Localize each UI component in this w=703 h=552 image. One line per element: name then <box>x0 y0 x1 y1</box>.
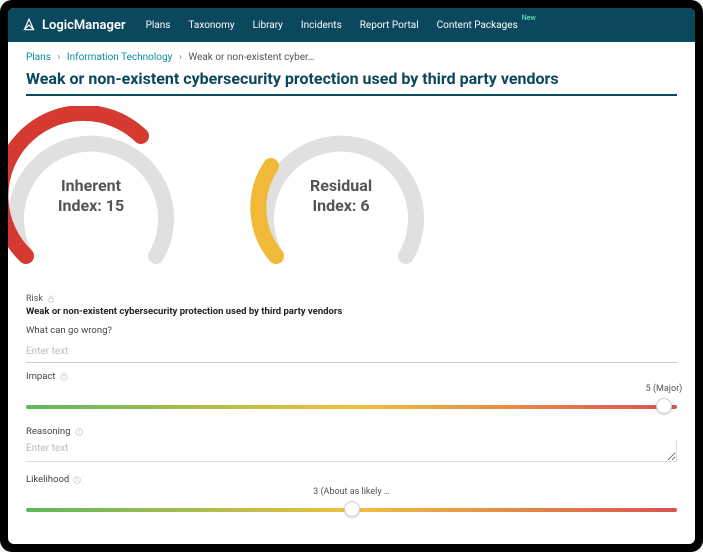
gauge-inherent: Inherent Index: 15 <box>8 106 196 286</box>
gauge-title: Inherent <box>58 176 124 196</box>
impact-value-label: 5 (Major) <box>646 384 683 394</box>
gauge-residual-label: Residual Index: 6 <box>310 176 372 216</box>
content-area: Plans › Information Technology › Weak or… <box>8 42 695 544</box>
likelihood-label: Likelihood <box>26 474 69 485</box>
wrong-label: What can go wrong? <box>26 325 677 336</box>
breadcrumb-plans[interactable]: Plans <box>26 52 51 63</box>
gauge-inherent-label: Inherent Index: 15 <box>58 176 124 216</box>
nav-plans[interactable]: Plans <box>146 20 171 31</box>
risk-label: Risk <box>26 294 43 304</box>
impact-label: Impact <box>26 371 56 382</box>
wrong-input[interactable] <box>26 343 677 363</box>
nav-library[interactable]: Library <box>253 20 283 31</box>
breadcrumb-section[interactable]: Information Technology <box>67 52 172 63</box>
new-badge: New <box>522 14 536 22</box>
nav-items: Plans Taxonomy Library Incidents Report … <box>146 20 518 31</box>
nav-incidents[interactable]: Incidents <box>301 20 342 31</box>
impact-slider[interactable]: 5 (Major) <box>26 396 677 418</box>
nav-label: Library <box>253 20 283 31</box>
nav-label: Plans <box>146 20 171 31</box>
nav-label: Report Portal <box>360 20 419 31</box>
nav-content-packages[interactable]: Content Packages New <box>437 20 518 31</box>
breadcrumb: Plans › Information Technology › Weak or… <box>26 52 677 63</box>
likelihood-slider[interactable]: 3 (About as likely … <box>26 499 677 521</box>
gauge-value: Index: 6 <box>310 196 372 216</box>
reasoning-label: Reasoning <box>26 426 71 437</box>
risk-label-row: Risk <box>26 294 677 304</box>
gauge-residual: Residual Index: 6 <box>236 106 446 286</box>
slider-thumb[interactable] <box>344 501 360 517</box>
gauge-title: Residual <box>310 176 372 196</box>
info-icon <box>73 476 81 484</box>
nav-label: Taxonomy <box>188 20 234 31</box>
breadcrumb-current: Weak or non-existent cyber… <box>188 52 314 63</box>
chevron-right-icon: › <box>57 52 60 63</box>
nav-label: Content Packages <box>437 20 518 31</box>
gauges-row: Inherent Index: 15 Residual Index: 6 <box>8 106 677 286</box>
info-icon <box>60 373 68 381</box>
risk-value: Weak or non-existent cybersecurity prote… <box>26 306 677 317</box>
page-title: Weak or non-existent cybersecurity prote… <box>26 69 677 96</box>
gauge-value: Index: 15 <box>58 196 124 216</box>
reasoning-input[interactable] <box>26 440 677 462</box>
brand-icon <box>22 18 36 32</box>
nav-taxonomy[interactable]: Taxonomy <box>188 20 234 31</box>
likelihood-value-label: 3 (About as likely … <box>313 487 390 497</box>
likelihood-label-row: Likelihood <box>26 474 677 485</box>
slider-thumb[interactable] <box>656 398 672 414</box>
chevron-right-icon: › <box>179 52 182 63</box>
impact-label-row: Impact <box>26 371 677 382</box>
brand-text: LogicManager <box>42 18 126 33</box>
reasoning-label-row: Reasoning <box>26 426 677 437</box>
info-icon <box>75 428 83 436</box>
top-nav: LogicManager Plans Taxonomy Library Inci… <box>8 8 695 42</box>
nav-report-portal[interactable]: Report Portal <box>360 20 419 31</box>
lock-icon <box>47 295 55 303</box>
slider-track <box>26 405 677 409</box>
nav-label: Incidents <box>301 20 342 31</box>
brand-logo[interactable]: LogicManager <box>22 18 126 33</box>
